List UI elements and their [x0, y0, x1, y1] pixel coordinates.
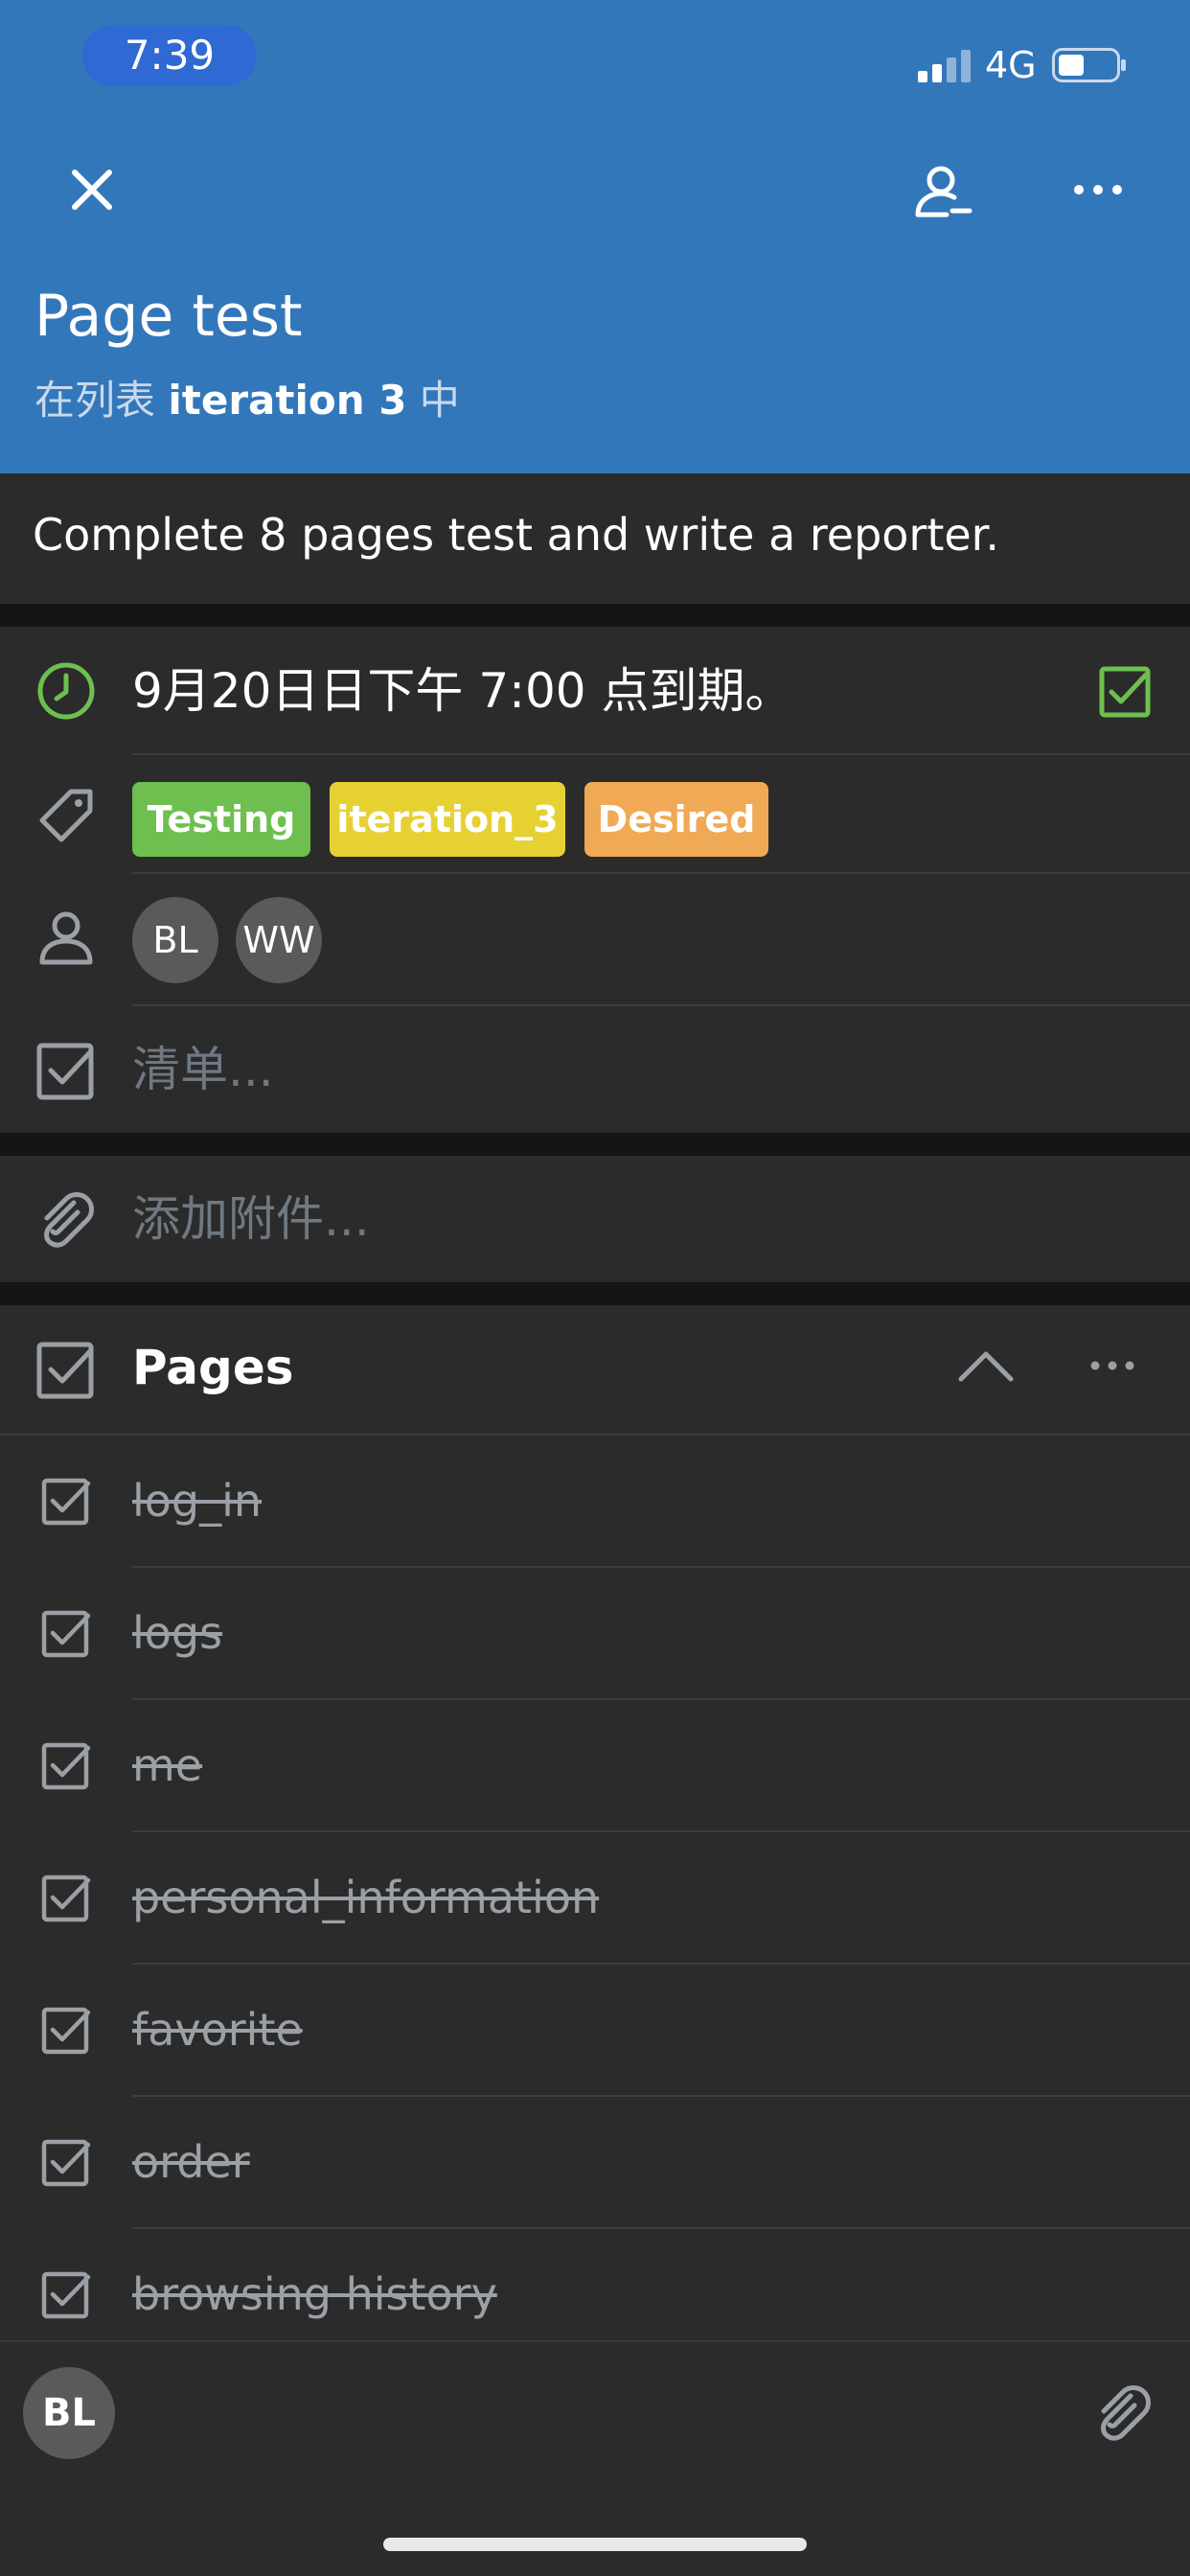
battery-icon	[1052, 48, 1126, 82]
chevron-up-icon	[958, 1351, 1014, 1382]
section-divider	[0, 1133, 1190, 1156]
checkbox-checked-icon	[1099, 666, 1151, 718]
checkbox-checked-icon[interactable]	[33, 1867, 100, 1928]
checkbox-checked-icon[interactable]	[33, 1470, 100, 1531]
members-row[interactable]: BL WW	[0, 874, 1190, 1006]
collapse-checklist-button[interactable]	[952, 1332, 1019, 1399]
label-desired[interactable]: Desired	[584, 782, 768, 857]
network-label: 4G	[985, 44, 1037, 86]
clock-icon	[33, 657, 100, 724]
subtitle-suffix: 中	[406, 377, 460, 424]
checklist-item[interactable]: me	[0, 1700, 1190, 1832]
checklist-item-text[interactable]: favorite	[132, 1965, 303, 2095]
attachment-placeholder: 添加附件...	[132, 1191, 370, 1247]
checklist-placeholder: 清单...	[132, 1042, 274, 1097]
close-button[interactable]	[54, 151, 130, 228]
section-divider	[0, 1282, 1190, 1305]
attachment-section: 添加附件...	[0, 1156, 1190, 1282]
description-section[interactable]: Complete 8 pages test and write a report…	[0, 473, 1190, 604]
status-time: 7:39	[82, 25, 257, 86]
checklist-title[interactable]: Pages	[132, 1305, 294, 1430]
checklist-item-text[interactable]: me	[132, 1700, 202, 1830]
add-attachment-row[interactable]: 添加附件...	[0, 1156, 1190, 1282]
user-icon	[33, 905, 100, 972]
more-horizontal-icon	[1074, 185, 1122, 195]
attach-button[interactable]	[1087, 2377, 1159, 2450]
checkbox-checked-icon[interactable]	[33, 1999, 100, 2060]
checklist-icon	[33, 1336, 100, 1403]
due-complete-checkbox[interactable]	[1098, 665, 1152, 723]
description-text: Complete 8 pages test and write a report…	[33, 509, 999, 561]
paperclip-icon	[33, 1186, 100, 1254]
home-indicator[interactable]	[383, 2538, 807, 2551]
checklist-header: Pages	[0, 1305, 1190, 1436]
label-testing[interactable]: Testing	[132, 782, 310, 857]
card-title[interactable]: Page test	[34, 278, 303, 355]
avatar: BL	[23, 2367, 115, 2459]
labels-row[interactable]: Testing iteration_3 Desired	[0, 755, 1190, 874]
checklist-item[interactable]: browsing history	[0, 2229, 1190, 2340]
checklist-item[interactable]: log_in	[0, 1436, 1190, 1568]
checklist-item-text[interactable]: logs	[132, 1568, 222, 1698]
checklist-item-text[interactable]: order	[132, 2097, 250, 2227]
checklist-item[interactable]: logs	[0, 1568, 1190, 1700]
list-subtitle: 在列表 iteration 3 中	[34, 370, 460, 431]
more-horizontal-icon	[1090, 1361, 1134, 1370]
checklist-item[interactable]: order	[0, 2097, 1190, 2229]
checklist-item[interactable]: favorite	[0, 1965, 1190, 2097]
due-date-text: 9月20日日下午 7:00 点到期。	[132, 663, 793, 719]
add-checklist-row[interactable]: 清单...	[0, 1006, 1190, 1133]
checkbox-checked-icon[interactable]	[33, 1602, 100, 1664]
section-divider	[0, 604, 1190, 627]
checklist-item-text[interactable]: personal_information	[132, 1832, 599, 1963]
checklist-section: Pages log_in logs me personal_informatio…	[0, 1305, 1190, 2340]
checkbox-checked-icon[interactable]	[33, 2131, 100, 2193]
close-icon	[72, 170, 112, 210]
checkbox-checked-icon[interactable]	[33, 2264, 100, 2325]
details-section: 9月20日日下午 7:00 点到期。 Testing iteration_3 D…	[0, 627, 1190, 1133]
avatar[interactable]: WW	[236, 897, 322, 983]
due-date-row[interactable]: 9月20日日下午 7:00 点到期。	[0, 627, 1190, 755]
checklist-more-button[interactable]	[1079, 1332, 1146, 1399]
card-header: 7:39 4G Page test 在列表 iteration 3 中	[0, 0, 1190, 473]
checklist-icon	[33, 1037, 100, 1104]
user-remove-icon	[915, 166, 973, 218]
paperclip-icon	[1101, 2385, 1151, 2441]
list-name: iteration 3	[168, 377, 407, 424]
member-button[interactable]	[904, 153, 981, 230]
more-options-button[interactable]	[1060, 151, 1136, 228]
avatar[interactable]: BL	[132, 897, 218, 983]
tag-icon	[33, 782, 100, 849]
signal-icon	[918, 50, 971, 82]
subtitle-prefix: 在列表	[34, 377, 169, 424]
checklist-item-text[interactable]: log_in	[132, 1436, 262, 1566]
label-iteration-3[interactable]: iteration_3	[330, 782, 565, 857]
checklist-item[interactable]: personal_information	[0, 1832, 1190, 1965]
checkbox-checked-icon[interactable]	[33, 1735, 100, 1796]
